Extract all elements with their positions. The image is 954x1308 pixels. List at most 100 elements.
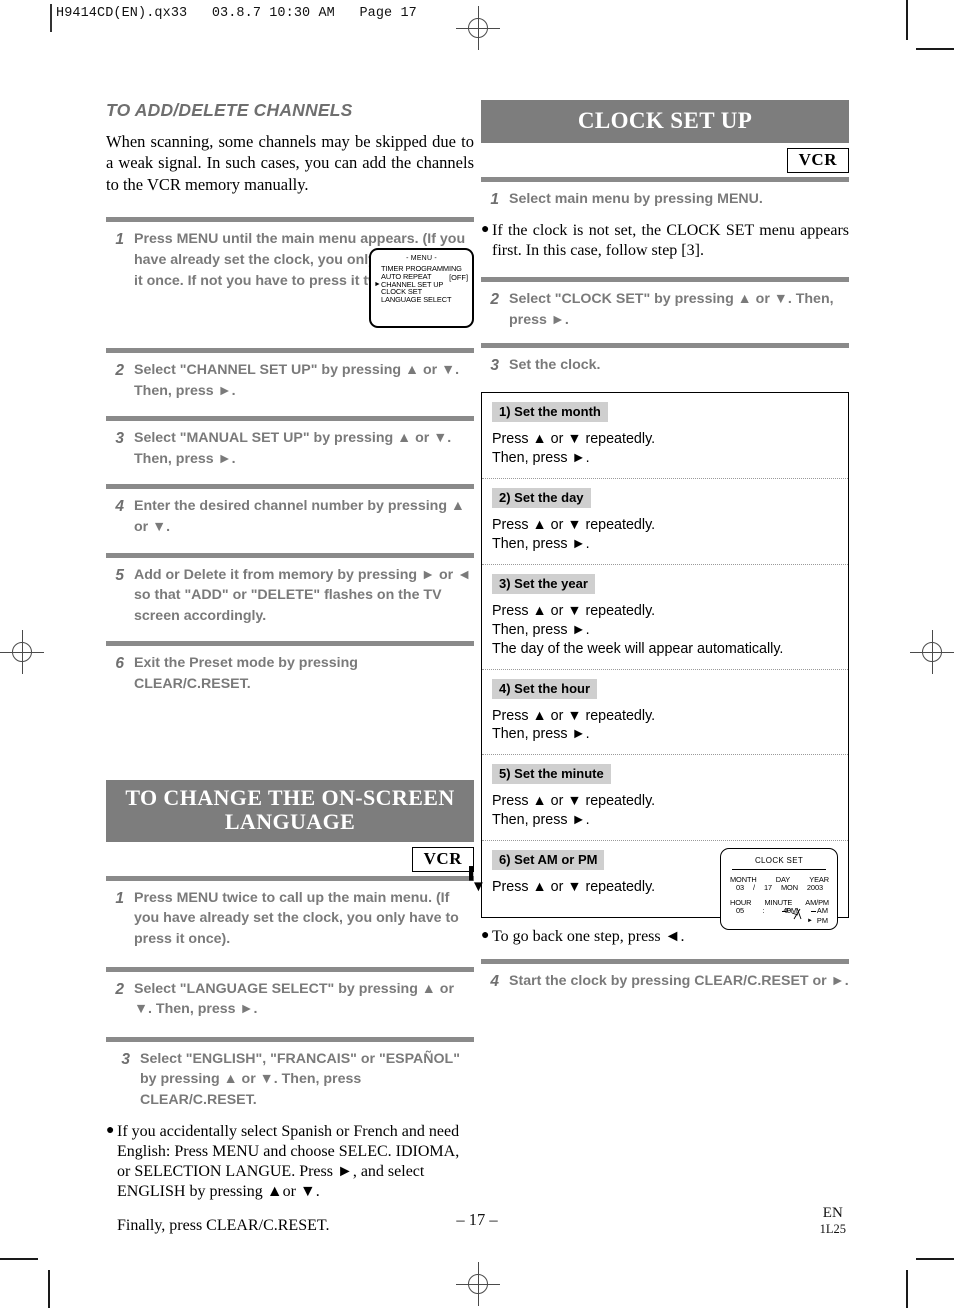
crop-mark-top-right-horizontal: [916, 48, 954, 50]
crop-mark-bottom-right-horizontal: [916, 1258, 954, 1260]
step-number: 5: [115, 566, 124, 584]
step-number: 2: [490, 291, 499, 309]
clock-sub-step-label: 4) Set the hour: [492, 678, 598, 699]
note-text: If the clock is not set, the CLOCK SET m…: [492, 221, 849, 259]
osd-menu-item-language-select: LANGUAGE SELECT: [381, 294, 452, 304]
clock-sub-step-body: Press ▲ or ▼ repeatedly. Then, press ►. …: [492, 602, 838, 659]
osd-flash-pm-selected: PM: [816, 916, 828, 926]
step-number: 1: [115, 231, 124, 249]
file-slug-text: H9414CD(EN).qx33 03.8.7 10:30 AM Page 17: [56, 6, 417, 21]
step-text: Select "LANGUAGE SELECT" by pressing ▲ o…: [134, 980, 454, 1018]
vcr-badge-row-left: VCR: [106, 842, 474, 876]
section-heading-line-1: TO CHANGE THE ON-SCREEN: [125, 784, 455, 810]
step-number: 1: [115, 889, 124, 907]
step-item: 1 Select main menu by pressing MENU.: [481, 182, 849, 215]
osd-main-menu-figure: - MENU - ► TIMER PROGRAMMING AUTO REPEAT…: [369, 248, 474, 329]
step-text: Select "ENGLISH", "FRANCAIS" or "ESPAÑOL…: [140, 1050, 460, 1109]
instruction-line: Press ▲ or ▼ repeatedly.: [492, 602, 656, 619]
crop-mark-bottom-left-vertical: [48, 1270, 50, 1308]
step-text: Enter the desired channel number by pres…: [134, 498, 465, 536]
osd-separator-slash: /: [753, 883, 755, 893]
osd-flash-am: AM: [816, 906, 828, 916]
registration-mark-bottom: [456, 1262, 500, 1306]
clock-sub-step-year: 3) Set the year Press ▲ or ▼ repeatedly.…: [482, 563, 848, 669]
osd-flash-pm: PM: [786, 906, 798, 916]
osd-menu-list: ► TIMER PROGRAMMING AUTO REPEAT CHANNEL …: [371, 265, 472, 303]
note-text: If you accidentally select Spanish or Fr…: [117, 1122, 460, 1201]
language-code: EN: [822, 1205, 843, 1221]
crop-mark-bottom-right-vertical: [906, 1270, 908, 1308]
instruction-line: Press ▲ or ▼ repeatedly.: [492, 879, 656, 896]
clock-sub-step-label: 2) Set the day: [492, 488, 591, 509]
step-item: 3 Set the clock.: [481, 348, 849, 383]
registration-mark-right: [910, 630, 954, 674]
crop-mark-top-right-vertical: [906, 0, 908, 40]
step-item: 1 Press MENU twice to call up the main m…: [106, 881, 474, 959]
registration-mark-top: [456, 6, 500, 50]
clock-sub-step-minute: 5) Set the minute Press ▲ or ▼ repeatedl…: [482, 754, 848, 840]
instruction-line: Then, press ►.: [492, 812, 590, 829]
step-number: 4: [490, 973, 499, 991]
crop-mark-bottom-left-horizontal: [0, 1258, 38, 1260]
bullet-icon: ●: [481, 221, 490, 237]
instruction-line: Then, press ►.: [492, 621, 590, 638]
page-pointer-arrow-icon: ▼: [471, 879, 486, 895]
step-item: 2 Select "CHANNEL SET UP" by pressing ▲ …: [106, 353, 474, 410]
clock-sub-step-body: Press ▲ or ▼ repeatedly. Then, press ►.: [492, 707, 838, 745]
step-item: 3 Select "MANUAL SET UP" by pressing ▲ o…: [106, 421, 474, 478]
instruction-line: Press ▲ or ▼ repeatedly.: [492, 517, 656, 534]
osd-value-year: 2003: [806, 883, 823, 893]
osd-clock-date-block: MONTH DAY YEAR 03 / 17 MON 2003 HOUR MIN…: [730, 876, 829, 925]
note-language-fallback: ● If you accidentally select Spanish or …: [106, 1120, 474, 1211]
step-text: Select "CHANNEL SET UP" by pressing ▲ or…: [134, 362, 460, 399]
page-pointer-arrow-icon-secondary: ▌: [469, 866, 478, 880]
vcr-badge: VCR: [786, 147, 849, 173]
step-item: 2 Select "CLOCK SET" by pressing ▲ or ▼.…: [481, 282, 849, 339]
intro-paragraph-add-delete-channels: When scanning, some channels may be skip…: [106, 132, 474, 194]
step-number: 3: [490, 357, 499, 375]
page-canvas: H9414CD(EN).qx33 03.8.7 10:30 AM Page 17…: [0, 0, 954, 1308]
osd-cursor-icon: ►: [374, 280, 381, 288]
step-item: 1 Press MENU until the main menu appears…: [106, 222, 474, 329]
clock-sub-step-hour: 4) Set the hour Press ▲ or ▼ repeatedly.…: [482, 668, 848, 755]
section-heading-add-delete-channels: TO ADD/DELETE CHANNELS: [106, 100, 353, 120]
right-column: CLOCK SET UP VCR 1 Select main menu by p…: [481, 100, 849, 1002]
document-code: 1L25: [819, 1221, 846, 1236]
step-text: Exit the Preset mode by pressing CLEAR/C…: [134, 655, 358, 693]
instruction-line: Then, press ►.: [492, 450, 590, 467]
instruction-line: The day of the week will appear automati…: [492, 640, 784, 657]
osd-clock-title: CLOCK SET: [754, 856, 804, 866]
section-heading-change-language: TO CHANGE THE ON-SCREEN LANGUAGE: [106, 779, 474, 842]
step-item: 5 Add or Delete it from memory by pressi…: [106, 558, 474, 636]
note-text: To go back one step, press ◄.: [492, 928, 685, 946]
step-number: 6: [115, 655, 124, 673]
clock-sub-step-label: 5) Set the minute: [492, 764, 611, 785]
clock-sub-step-month: 1) Set the month Press ▲ or ▼ repeatedly…: [482, 393, 848, 478]
osd-separator-colon: :: [762, 906, 765, 916]
osd-ampm-flash-indicator: PM AM ► PM: [782, 907, 828, 928]
step-text: Select "MANUAL SET UP" by pressing ▲ or …: [134, 430, 452, 467]
step-number: 4: [115, 498, 124, 516]
clock-sub-step-body: Press ▲ or ▼ repeatedly. Then, press ►.: [492, 430, 838, 468]
clock-sub-step-body: Press ▲ or ▼ repeatedly. Then, press ►.: [492, 792, 838, 830]
step-item: 2 Select "LANGUAGE SELECT" by pressing ▲…: [106, 972, 474, 1029]
instruction-line: Then, press ►.: [492, 726, 590, 743]
clock-sub-step-day: 2) Set the day Press ▲ or ▼ repeatedly. …: [482, 478, 848, 564]
instruction-line: Press ▲ or ▼ repeatedly.: [492, 431, 656, 448]
step-text: Start the clock by pressing CLEAR/C.RESE…: [509, 973, 849, 990]
section-heading-clock-set-up: CLOCK SET UP: [481, 100, 849, 143]
step-number: 1: [490, 190, 499, 208]
osd-value-weekday: MON: [780, 883, 798, 893]
slug-divider: [50, 4, 52, 32]
step-number: 2: [115, 362, 124, 380]
instruction-line: Then, press ►.: [492, 535, 590, 552]
step-number: 2: [115, 980, 124, 998]
step-item: 6 Exit the Preset mode by pressing CLEAR…: [106, 646, 474, 703]
osd-auto-repeat-value: [OFF]: [449, 272, 468, 282]
clock-sub-step-label: 1) Set the month: [492, 402, 608, 423]
page-number: – 17 –: [456, 1210, 498, 1229]
step-item: 4 Enter the desired channel number by pr…: [106, 489, 474, 546]
osd-value-month: 03: [736, 883, 745, 893]
osd-flash-cursor-icon: ►: [807, 917, 813, 924]
vcr-badge: VCR: [411, 846, 474, 872]
